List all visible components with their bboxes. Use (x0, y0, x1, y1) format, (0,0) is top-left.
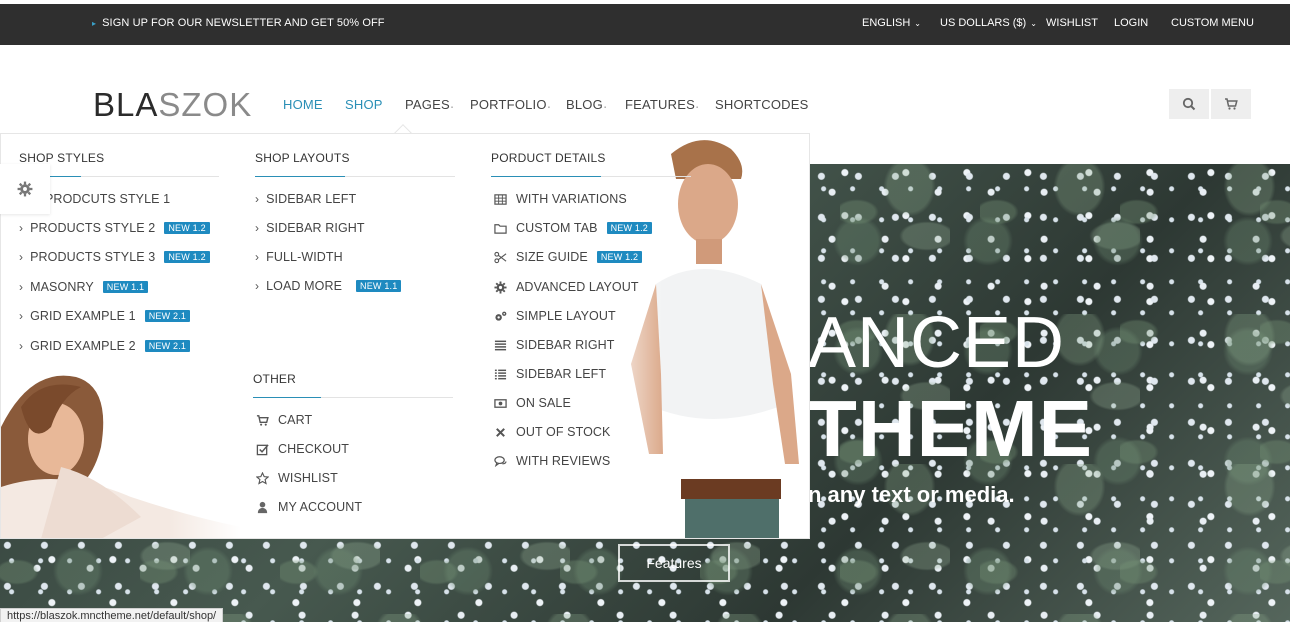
man-model-image (601, 134, 809, 538)
nav-item-home[interactable]: HOME (283, 97, 323, 112)
caret-right-icon: ▸ (92, 19, 97, 28)
menu-item-sidebar-left-detail[interactable]: SIDEBAR LEFT (493, 367, 606, 381)
divider (255, 176, 455, 177)
gears-icon (493, 310, 508, 323)
wishlist-link[interactable]: WISHLIST (1046, 17, 1098, 29)
top-bar: ▸ SIGN UP FOR OUR NEWSLETTER AND GET 50% … (0, 4, 1290, 45)
menu-item-sidebar-right[interactable]: › SIDEBAR RIGHT (255, 221, 365, 235)
comments-icon (493, 455, 508, 468)
newsletter-promo[interactable]: ▸ SIGN UP FOR OUR NEWSLETTER AND GET 50% … (92, 17, 385, 29)
other-heading: OTHER (253, 372, 296, 386)
chevron-right-icon: › (19, 250, 24, 264)
scissors-icon (493, 251, 508, 264)
hero-title-bold: THEME (808, 384, 1093, 473)
close-icon (493, 426, 508, 439)
menu-item-out-of-stock[interactable]: OUT OF STOCK (493, 425, 611, 439)
chevron-right-icon: › (255, 279, 260, 293)
hero-subtitle: n any text or media. (808, 482, 1015, 507)
menu-item-my-account[interactable]: MY ACCOUNT (255, 500, 362, 514)
chevron-right-icon: › (255, 221, 260, 235)
chevron-right-icon: › (19, 280, 24, 294)
money-icon (493, 397, 508, 410)
shop-mega-menu: SHOP STYLES PRODCUTS STYLE 1 › PRODUCTS S… (0, 133, 810, 539)
align-right-icon (493, 339, 508, 352)
menu-item-simple-layout[interactable]: SIMPLE LAYOUT (493, 309, 616, 323)
custom-menu-link[interactable]: CUSTOM MENU (1171, 17, 1254, 29)
menu-item-custom-tab[interactable]: CUSTOM TAB NEW 1.2 (493, 221, 652, 235)
menu-item-sidebar-right-detail[interactable]: SIDEBAR RIGHT (493, 338, 615, 352)
shop-layouts-heading: SHOP LAYOUTS (255, 151, 350, 165)
settings-panel-toggle[interactable] (0, 164, 50, 214)
product-details-heading: PORDUCT DETAILS (491, 151, 606, 165)
features-button[interactable]: Features (618, 544, 730, 582)
chevron-right-icon: › (19, 221, 24, 235)
menu-item-grid-example-2[interactable]: › GRID EXAMPLE 2 NEW 2.1 (19, 339, 191, 353)
table-icon (493, 193, 508, 206)
menu-item-full-width[interactable]: › FULL-WIDTH (255, 250, 343, 264)
chevron-down-icon: ⌄ (914, 19, 921, 28)
new-badge: NEW 1.1 (102, 281, 149, 293)
divider (491, 176, 691, 177)
user-icon (255, 501, 270, 514)
link-status-bar: https://blaszok.mnctheme.net/default/sho… (0, 608, 224, 622)
language-dropdown[interactable]: ENGLISH ⌄ (862, 17, 921, 29)
search-button[interactable] (1169, 89, 1209, 119)
cart-icon (1225, 98, 1238, 110)
menu-item-masonry[interactable]: › MASONRY NEW 1.1 (19, 280, 149, 294)
search-icon (1182, 97, 1196, 111)
chevron-right-icon: › (255, 192, 260, 206)
nav-item-features[interactable]: FEATURES▪ (625, 97, 698, 112)
chevron-right-icon: › (255, 250, 260, 264)
new-badge: NEW 2.1 (144, 310, 191, 322)
menu-item-sidebar-left[interactable]: › SIDEBAR LEFT (255, 192, 356, 206)
new-badge: NEW 1.2 (606, 222, 652, 234)
currency-dropdown[interactable]: US DOLLARS ($) ⌄ (940, 17, 1037, 29)
cart-button[interactable] (1211, 89, 1251, 119)
gear-icon (17, 181, 33, 197)
menu-item-checkout[interactable]: CHECKOUT (255, 442, 349, 456)
login-link[interactable]: LOGIN (1114, 17, 1148, 29)
menu-item-products-style-2[interactable]: › PRODUCTS STYLE 2 NEW 1.2 (19, 221, 210, 235)
site-logo[interactable]: BLASZOK (93, 86, 252, 124)
chevron-right-icon: › (19, 339, 24, 353)
menu-item-load-more[interactable]: › LOAD MORE NEW 1.1 (255, 279, 402, 293)
menu-item-wishlist[interactable]: WISHLIST (255, 471, 338, 485)
menu-item-size-guide[interactable]: SIZE GUIDE NEW 1.2 (493, 250, 643, 264)
chevron-down-icon: ⌄ (1030, 19, 1037, 28)
menu-item-on-sale[interactable]: ON SALE (493, 396, 571, 410)
folder-icon (493, 222, 508, 235)
shop-styles-heading: SHOP STYLES (19, 151, 105, 165)
menu-item-products-style-3[interactable]: › PRODUCTS STYLE 3 NEW 1.2 (19, 250, 210, 264)
star-icon (255, 471, 270, 485)
nav-item-shop[interactable]: SHOP (345, 97, 383, 112)
menu-item-with-variations[interactable]: WITH VARIATIONS (493, 192, 627, 206)
divider (253, 397, 453, 398)
menu-item-products-style-1[interactable]: PRODCUTS STYLE 1 (45, 192, 170, 206)
new-badge: NEW 1.2 (596, 251, 643, 263)
list-icon (493, 368, 508, 381)
nav-item-shortcodes[interactable]: SHORTCODES (715, 97, 809, 112)
menu-item-grid-example-1[interactable]: › GRID EXAMPLE 1 NEW 2.1 (19, 309, 191, 323)
menu-item-cart[interactable]: CART (255, 413, 312, 427)
nav-item-blog[interactable]: BLOG▪ (566, 97, 606, 112)
checkbox-icon (255, 443, 270, 456)
new-badge: NEW 1.1 (356, 280, 402, 292)
chevron-right-icon: › (19, 309, 24, 323)
cart-icon (255, 414, 270, 427)
menu-item-advanced-layout[interactable]: ADVANCED LAYOUT (493, 280, 639, 294)
gear-icon (493, 280, 508, 294)
menu-item-with-reviews[interactable]: WITH REVIEWS (493, 454, 610, 468)
nav-item-portfolio[interactable]: PORTFOLIO▪ (470, 97, 550, 112)
new-badge: NEW 1.2 (164, 251, 210, 263)
nav-item-pages[interactable]: PAGES▪ (405, 97, 453, 112)
woman-model-image (1, 367, 241, 538)
new-badge: NEW 1.2 (164, 222, 210, 234)
hero-title: ANCED (808, 303, 1066, 383)
new-badge: NEW 2.1 (144, 340, 191, 352)
